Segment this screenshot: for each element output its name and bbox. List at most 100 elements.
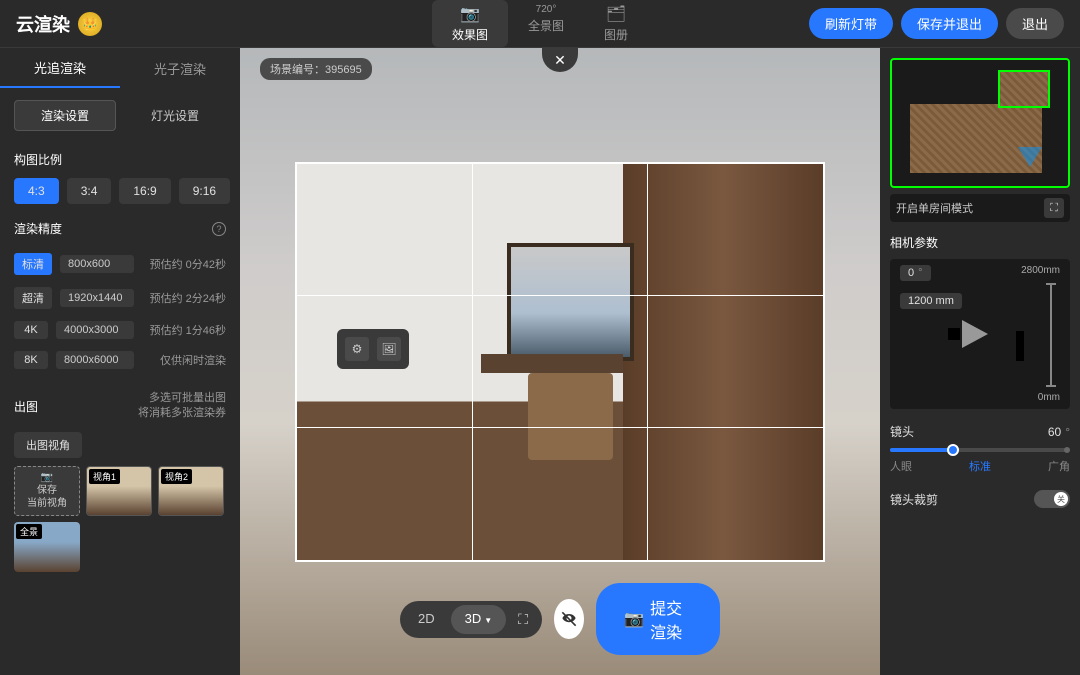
slider-labels: 人眼 标准 广角 <box>890 458 1070 474</box>
crop-toggle[interactable]: 关 <box>1034 490 1070 508</box>
sub-tab-render[interactable]: 渲染设置 <box>14 100 116 131</box>
output-section: 出图 多选可批量出图将消耗多张渲染券 出图视角 📷保存 当前视角 视角1 视角2… <box>0 383 240 580</box>
angle-label: 视角2 <box>161 469 192 484</box>
slider-end-dot <box>1064 447 1070 453</box>
expand-icon[interactable]: ⛶ <box>1044 198 1064 218</box>
tool-image-icon[interactable]: 🖼 <box>377 337 401 361</box>
angle-grid: 📷保存 当前视角 视角1 视角2 <box>14 466 226 516</box>
res-size: 800x600 <box>60 255 134 273</box>
res-time: 预估约 2分24秒 <box>142 290 226 306</box>
angle-card-1[interactable]: 视角1 <box>86 466 152 516</box>
res-time: 预估约 1分46秒 <box>142 322 226 338</box>
right-panel: 开启单房间模式 ⛶ 相机参数 0° 2800mm 0mm 1200 mm 镜头 … <box>880 48 1080 675</box>
angle-save-current[interactable]: 📷保存 当前视角 <box>14 466 80 516</box>
camera-max-height: 2800mm <box>1021 265 1060 276</box>
submit-label: 提交渲染 <box>650 595 692 643</box>
minimap-room <box>998 70 1051 108</box>
grid-line <box>297 295 823 296</box>
render-tab-photon[interactable]: 光子渲染 <box>120 48 240 88</box>
camera-cone-icon <box>962 320 988 348</box>
panorama-card[interactable]: 全景 <box>14 522 80 572</box>
res-row-sd[interactable]: 标清 800x600 预估约 0分42秒 <box>14 247 226 281</box>
angle-label: 视角1 <box>89 469 120 484</box>
res-time: 仅供闲时渲染 <box>142 352 226 368</box>
sub-tab-lighting[interactable]: 灯光设置 <box>124 100 226 131</box>
save-current-label: 📷保存 当前视角 <box>27 471 67 510</box>
crown-icon[interactable]: 👑 <box>78 12 102 36</box>
sub-tabs: 渲染设置 灯光设置 <box>0 88 240 143</box>
grid-line <box>647 164 648 560</box>
logo-area: 云渲染 👑 <box>16 11 102 37</box>
minimap[interactable] <box>890 58 1070 188</box>
tool-settings-icon[interactable]: ⚙ <box>345 337 369 361</box>
camera-visualization[interactable]: 0° 2800mm 0mm 1200 mm <box>890 259 1070 409</box>
res-badge: 标清 <box>14 253 52 275</box>
frame-toolbar: ⚙ 🖼 <box>337 329 409 369</box>
tab-label: 效果图 <box>452 26 488 43</box>
eye-off-icon <box>559 609 579 629</box>
room-window <box>507 243 633 362</box>
slider-thumb[interactable] <box>947 444 959 456</box>
ratio-16-9[interactable]: 16:9 <box>119 178 170 204</box>
res-size: 8000x6000 <box>56 351 134 369</box>
render-tab-raytrace[interactable]: 光追渲染 <box>0 48 120 88</box>
resolution-title: 渲染精度 <box>14 220 62 237</box>
camera-angle-input[interactable]: 0° <box>900 265 931 281</box>
fullscreen-icon[interactable]: ⛶ <box>508 605 538 634</box>
res-row-4k[interactable]: 4K 4000x3000 预估约 1分46秒 <box>14 315 226 345</box>
tab-album[interactable]: 🗂 图册 <box>584 0 648 47</box>
camera-height-input[interactable]: 1200 mm <box>900 293 962 309</box>
slider-label-wide: 广角 <box>1048 458 1070 474</box>
ratio-title: 构图比例 <box>14 151 226 168</box>
ratio-4-3[interactable]: 4:3 <box>14 178 59 204</box>
view-toggle: 2D 3D▼ ⛶ <box>400 601 542 638</box>
output-note: 多选可批量出图将消耗多张渲染券 <box>138 391 226 422</box>
view-2d-button[interactable]: 2D <box>404 605 449 634</box>
submit-render-button[interactable]: 📷 提交渲染 <box>596 583 720 655</box>
view-3d-button[interactable]: 3D▼ <box>451 605 507 634</box>
toggle-knob: 关 <box>1054 492 1068 506</box>
lens-label: 镜头 <box>890 423 914 440</box>
header-tabs: 📷 效果图 720° 全景图 🗂 图册 <box>432 0 648 47</box>
res-row-hd[interactable]: 超清 1920x1440 预估约 2分24秒 <box>14 281 226 315</box>
render-frame[interactable]: ⚙ 🖼 <box>295 162 825 562</box>
chevron-down-icon: ▼ <box>484 616 492 625</box>
lens-slider[interactable] <box>890 448 1070 452</box>
export-angle-button[interactable]: 出图视角 <box>14 432 82 458</box>
viewport[interactable]: 场景编号：395695 ✕ ⚙ 🖼 2D 3D▼ ⛶ <box>240 48 880 675</box>
res-row-8k[interactable]: 8K 8000x6000 仅供闲时渲染 <box>14 345 226 375</box>
res-badge: 4K <box>14 321 48 339</box>
person-icon <box>1016 331 1024 361</box>
room-closet <box>623 164 823 560</box>
tab-panorama[interactable]: 720° 全景图 <box>508 0 584 47</box>
slider-label-eye: 人眼 <box>890 458 912 474</box>
ratio-3-4[interactable]: 3:4 <box>67 178 112 204</box>
tab-label: 全景图 <box>528 17 564 34</box>
grid-line <box>472 164 473 560</box>
ratio-9-16[interactable]: 9:16 <box>179 178 230 204</box>
bottom-bar: 2D 3D▼ ⛶ 📷 提交渲染 <box>400 583 720 655</box>
visibility-toggle[interactable] <box>554 599 584 639</box>
res-time: 预估约 0分42秒 <box>142 256 226 272</box>
ratio-options: 4:3 3:4 16:9 9:16 <box>14 178 226 204</box>
crop-label: 镜头裁剪 <box>890 491 938 508</box>
res-badge: 超清 <box>14 287 52 309</box>
angle-card-2[interactable]: 视角2 <box>158 466 224 516</box>
lens-value[interactable]: 60° <box>1048 425 1070 439</box>
slider-fill <box>890 448 953 452</box>
save-exit-button[interactable]: 保存并退出 <box>901 8 998 39</box>
panorama-icon: 720° <box>536 4 557 15</box>
res-badge: 8K <box>14 351 48 369</box>
exit-button[interactable]: 退出 <box>1006 8 1064 39</box>
grid-line <box>297 427 823 428</box>
tab-effect[interactable]: 📷 效果图 <box>432 0 508 47</box>
app-title: 云渲染 <box>16 11 70 37</box>
refresh-button[interactable]: 刷新灯带 <box>809 8 893 39</box>
panorama-label: 全景 <box>16 524 42 539</box>
scene-id-badge: 场景编号：395695 <box>260 58 372 80</box>
help-icon[interactable]: ? <box>212 222 226 236</box>
res-size: 4000x3000 <box>56 321 134 339</box>
ratio-section: 构图比例 4:3 3:4 16:9 9:16 <box>0 143 240 212</box>
room-chair <box>528 373 612 460</box>
lens-row: 镜头 60° <box>890 423 1070 440</box>
